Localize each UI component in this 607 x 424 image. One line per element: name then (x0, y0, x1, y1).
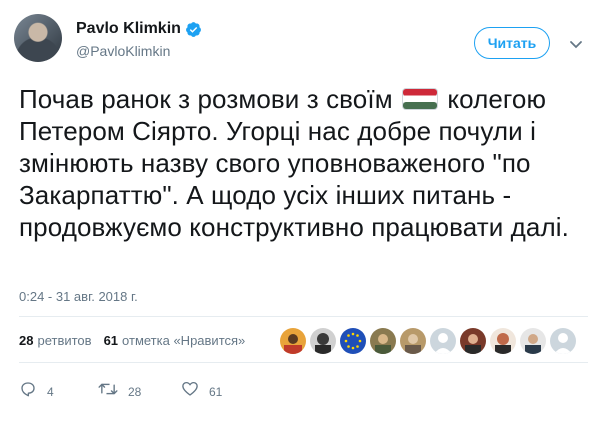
tweet-text: Почав ранок з розмови з своїм колегою Пе… (19, 83, 594, 243)
follow-button[interactable]: Читать (474, 27, 550, 59)
reply-icon (19, 380, 37, 403)
default-avatar-icon[interactable] (550, 328, 576, 354)
divider-bottom (19, 362, 588, 363)
reply-button[interactable]: 4 (19, 380, 98, 403)
author-avatar[interactable] (14, 14, 62, 62)
tweet-actions: 4 28 61 (19, 380, 222, 403)
like-button[interactable]: 61 (181, 380, 222, 403)
liker-avatar-5[interactable] (400, 328, 426, 354)
retweets-count: 28 (19, 333, 34, 348)
reply-count: 4 (47, 384, 54, 399)
heart-icon (181, 380, 199, 403)
likes-label: отметка «Нравится» (122, 333, 246, 348)
retweet-button[interactable]: 28 (98, 380, 181, 403)
chevron-down-icon[interactable] (569, 37, 583, 49)
retweets-label: ретвитов (37, 333, 92, 348)
verified-badge-icon (185, 21, 202, 38)
liker-avatar-2[interactable] (310, 328, 336, 354)
liker-avatar-7[interactable] (460, 328, 486, 354)
liker-avatar-1[interactable] (280, 328, 306, 354)
likes-count: 61 (103, 333, 119, 348)
author-name[interactable]: Pavlo Klimkin (76, 20, 181, 38)
divider-top (19, 316, 588, 317)
author-handle[interactable]: @PavloKlimkin (76, 43, 170, 59)
author-name-row[interactable]: Pavlo Klimkin (76, 20, 202, 38)
default-avatar-icon[interactable] (430, 328, 456, 354)
like-count: 61 (209, 384, 223, 399)
retweet-icon (98, 380, 118, 403)
likes-stat[interactable]: 61 отметка «Нравится» (104, 333, 246, 348)
eu-flag-icon[interactable] (340, 328, 366, 354)
hungary-flag-icon (402, 85, 438, 110)
liker-avatar-4[interactable] (370, 328, 396, 354)
retweets-stat[interactable]: 28 ретвитов (19, 333, 92, 348)
tweet-timestamp[interactable]: 0:24 - 31 авг. 2018 г. (19, 289, 138, 304)
tweet-text-part-1: Почав ранок з розмови з своїм (19, 84, 400, 114)
likers-avatars (280, 328, 580, 354)
retweet-count: 28 (128, 384, 142, 399)
liker-avatar-8[interactable] (490, 328, 516, 354)
liker-avatar-9[interactable] (520, 328, 546, 354)
tweet-stats: 28 ретвитов 61 отметка «Нравится» (19, 333, 257, 348)
